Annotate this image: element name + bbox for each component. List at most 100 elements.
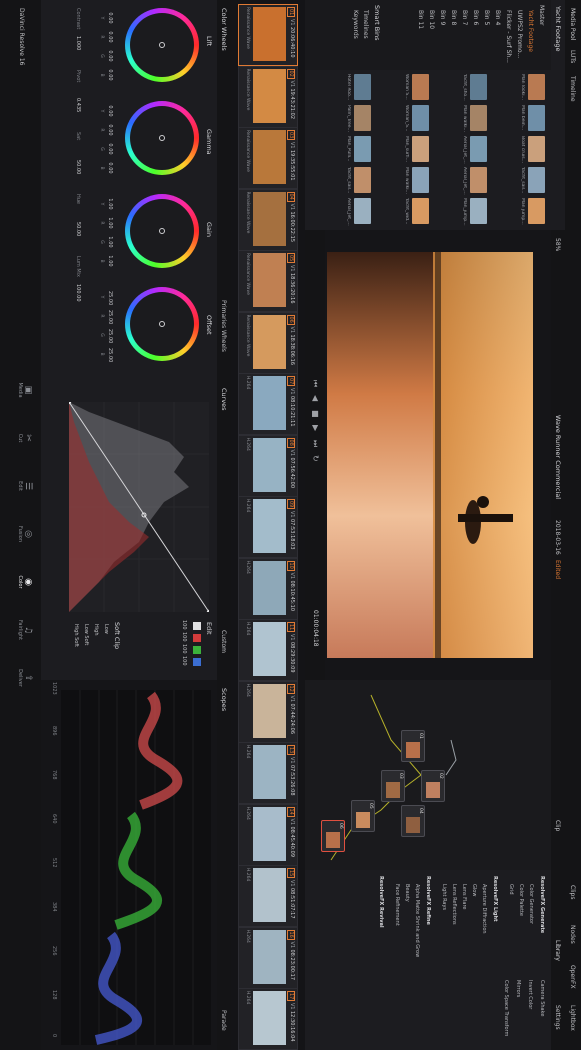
- timeline-clip[interactable]: 13 V1 07:53:26:08 H.264: [238, 742, 298, 804]
- softclip-low[interactable]: Low: [103, 624, 109, 634]
- media-thumbnail[interactable]: [470, 74, 487, 100]
- media-thumbnail[interactable]: [470, 136, 487, 162]
- timeline-clip[interactable]: 05 V1 18:36:20:16 Renaissance Wave: [238, 250, 298, 312]
- media-thumbnail[interactable]: [412, 136, 429, 162]
- param-value[interactable]: 100.00: [75, 284, 81, 302]
- timeline-clip[interactable]: 07 V1 08:10:21:11 H.264: [238, 373, 298, 435]
- curves-mode-dropdown[interactable]: Custom: [220, 630, 227, 653]
- bin-item[interactable]: Master: [538, 5, 545, 26]
- bin-item[interactable]: Yacht Footage: [527, 10, 534, 52]
- media-thumbnail[interactable]: [412, 74, 429, 100]
- prev-clip-icon[interactable]: ⏮: [310, 380, 320, 387]
- curves-graph[interactable]: [69, 402, 209, 612]
- stop-icon[interactable]: ■: [311, 410, 320, 418]
- timeline-clip[interactable]: 17 V1 12:30:16:04 H.264: [238, 988, 298, 1050]
- fx-item[interactable]: Beauty: [404, 884, 410, 902]
- luts-button[interactable]: LUTs: [569, 50, 576, 63]
- timeline-clip[interactable]: 04 V1 16:00:22:15 Renaissance Wave: [238, 188, 298, 251]
- media-thumbnail[interactable]: [470, 167, 487, 193]
- channel-value-r[interactable]: 100: [181, 632, 187, 642]
- scope-mode-dropdown[interactable]: Parade: [220, 1010, 227, 1031]
- wheel-value[interactable]: 0.00: [107, 50, 113, 62]
- media-thumbnail[interactable]: [528, 74, 545, 100]
- page-button-cut[interactable]: ✂ Cut: [17, 418, 33, 458]
- wheel-value[interactable]: 25.00: [107, 291, 113, 305]
- wheel-value[interactable]: 0.00: [107, 162, 113, 174]
- page-button-fairlight[interactable]: ♫ Fairlight: [17, 610, 33, 650]
- timeline-clip[interactable]: 12 V1 07:44:24:06 H.264: [238, 680, 298, 743]
- rewind-icon[interactable]: ◀: [311, 395, 320, 401]
- wheel-puck[interactable]: [159, 135, 165, 141]
- blue-channel-toggle[interactable]: [193, 658, 201, 666]
- media-thumbnail[interactable]: [470, 105, 487, 131]
- media-thumbnail[interactable]: [528, 167, 545, 193]
- wheel-value[interactable]: 0.00: [107, 105, 113, 117]
- wheel-value[interactable]: 0.00: [107, 69, 113, 81]
- fx-item[interactable]: Color Generator: [528, 884, 534, 924]
- fx-item[interactable]: Color Palette: [518, 884, 524, 916]
- fx-item[interactable]: Light Rays: [441, 884, 447, 910]
- wheel-value[interactable]: 25.00: [107, 329, 113, 343]
- timeline-clip[interactable]: 14 V1 08:45:40:09 H.264: [238, 803, 298, 866]
- media-thumbnail[interactable]: [412, 167, 429, 193]
- color-wheel-lift[interactable]: [125, 8, 199, 82]
- wheel-puck[interactable]: [159, 42, 165, 48]
- fx-item[interactable]: Lens Reflections: [451, 884, 457, 925]
- param-value[interactable]: 0.435: [75, 98, 81, 112]
- zoom-level[interactable]: 58%: [554, 238, 561, 251]
- bin-item[interactable]: Bin 6: [472, 10, 479, 25]
- node-05[interactable]: 05: [351, 800, 375, 832]
- fx-item[interactable]: Face Refinement: [394, 884, 400, 926]
- media-thumbnail[interactable]: [470, 198, 487, 224]
- wheel-value[interactable]: 0.00: [107, 12, 113, 24]
- timeline-clip[interactable]: 11 V1 08:29:30:09 H.264: [238, 619, 298, 681]
- softclip-low-soft[interactable]: Low Soft: [83, 624, 89, 645]
- node-06[interactable]: 06: [321, 820, 345, 852]
- media-thumbnail[interactable]: [528, 136, 545, 162]
- wheel-value[interactable]: 1.00: [107, 198, 113, 210]
- wheel-puck[interactable]: [159, 321, 165, 327]
- color-wheel-gain[interactable]: [125, 194, 199, 268]
- next-clip-icon[interactable]: ⏭: [310, 440, 320, 447]
- smart-bin-timelines[interactable]: Timelines: [362, 10, 369, 39]
- node-02[interactable]: 02: [421, 770, 445, 802]
- bin-item[interactable]: Bin 4: [494, 10, 501, 25]
- wheel-value[interactable]: 25.00: [107, 310, 113, 324]
- media-thumbnail[interactable]: [528, 198, 545, 224]
- softclip-high-soft[interactable]: High Soft: [73, 624, 79, 647]
- wheel-value[interactable]: 1.00: [107, 217, 113, 229]
- timeline-clip[interactable]: 08 V1 07:56:42:00 H.264: [238, 434, 298, 497]
- page-button-edit[interactable]: ☰ Edit: [17, 466, 33, 506]
- softclip-high[interactable]: High: [93, 624, 99, 636]
- node-01[interactable]: 01: [401, 730, 425, 762]
- fx-item[interactable]: Grid: [508, 884, 514, 895]
- fx-item[interactable]: Lens Flare: [461, 884, 467, 910]
- timeline-clip[interactable]: 15 V1 08:51:07:17 H.264: [238, 865, 298, 927]
- param-value[interactable]: 1.000: [75, 36, 81, 50]
- media-thumbnail[interactable]: [354, 136, 371, 162]
- luma-channel-toggle[interactable]: [193, 622, 201, 630]
- node-03[interactable]: 03: [381, 770, 405, 802]
- green-channel-toggle[interactable]: [193, 646, 201, 654]
- channel-value-b[interactable]: 100: [181, 656, 187, 666]
- loop-icon[interactable]: ↻: [311, 455, 320, 462]
- param-value[interactable]: 50.00: [75, 222, 81, 236]
- smart-bin-keywords[interactable]: Keywords: [352, 10, 359, 39]
- page-button-deliver[interactable]: ⇪ Deliver: [17, 658, 33, 698]
- nodes-button[interactable]: Nodes: [569, 925, 576, 944]
- timeline-clip[interactable]: 03 V1 19:35:55:01 Renaissance Wave: [238, 127, 298, 189]
- media-thumbnail[interactable]: [354, 74, 371, 100]
- timeline-clip[interactable]: 10 V1 08:10:45:10 H.264: [238, 557, 298, 620]
- fx-side-item[interactable]: Mirrors: [515, 980, 521, 997]
- channel-value-y[interactable]: 100: [181, 620, 187, 630]
- media-thumbnail[interactable]: [412, 105, 429, 131]
- fx-item[interactable]: Glow: [471, 884, 477, 896]
- param-value[interactable]: 50.00: [75, 160, 81, 174]
- lightbox-button[interactable]: Lightbox: [569, 1005, 576, 1031]
- fx-side-item[interactable]: Camera Shake: [539, 980, 545, 1016]
- red-channel-toggle[interactable]: [193, 634, 201, 642]
- openfx-settings-tab[interactable]: Settings: [554, 1005, 561, 1030]
- wheel-value[interactable]: 25.00: [107, 348, 113, 362]
- wheel-value[interactable]: 0.00: [107, 124, 113, 136]
- color-wheel-gamma[interactable]: [125, 101, 199, 175]
